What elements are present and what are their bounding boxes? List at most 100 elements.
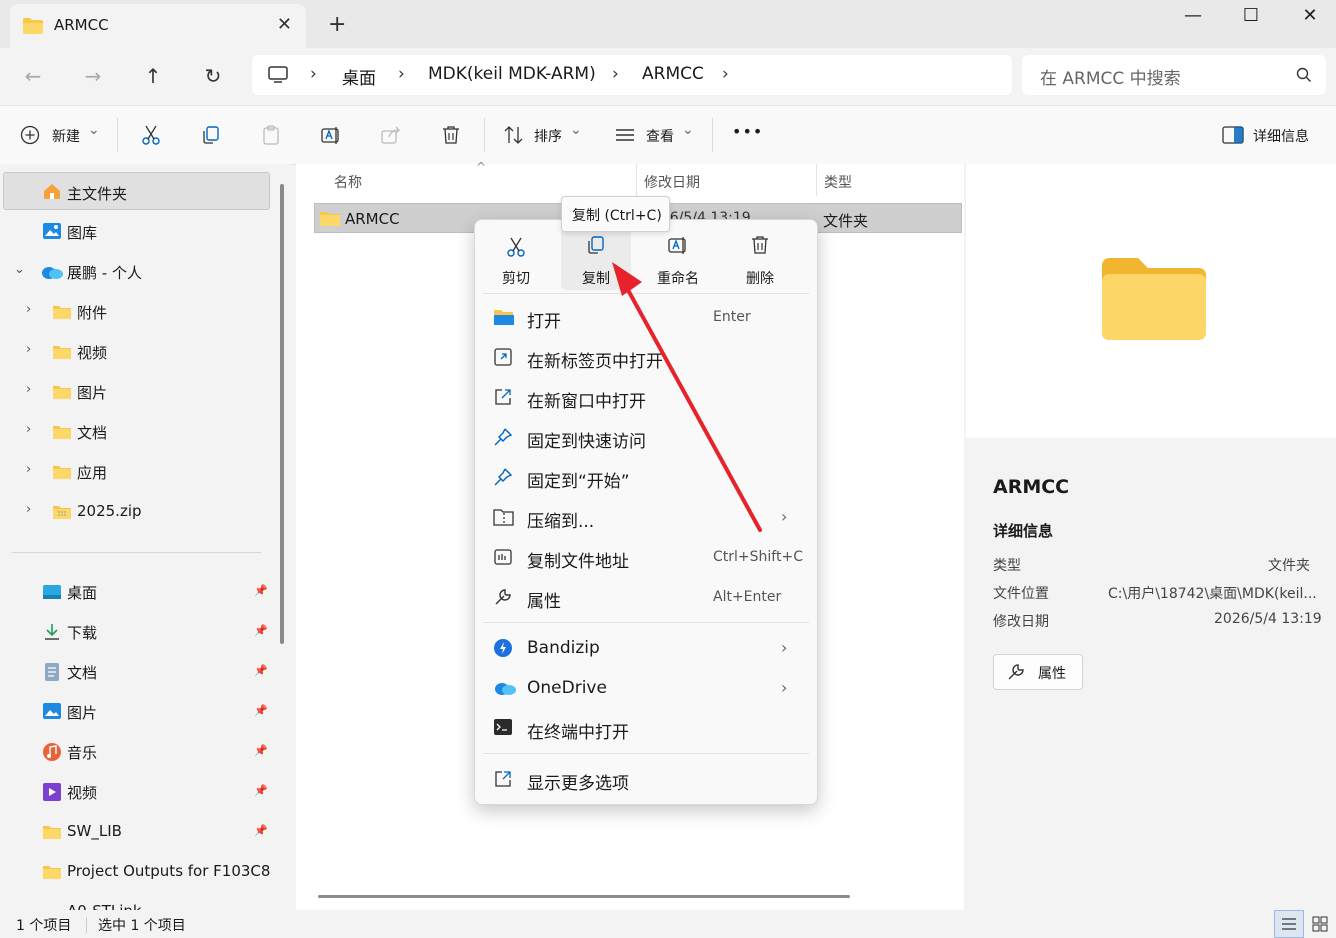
- sidebar-divider: [12, 552, 261, 553]
- search-box[interactable]: 在 ARMCC 中搜索: [1022, 55, 1326, 95]
- menu-item-onedrive[interactable]: OneDrive ›: [475, 669, 817, 709]
- toolbar-divider: [484, 118, 485, 152]
- pin-icon[interactable]: 📌: [254, 744, 268, 757]
- this-pc-icon[interactable]: [268, 66, 288, 88]
- sort-icon[interactable]: [503, 125, 525, 149]
- pin-icon[interactable]: 📌: [254, 584, 268, 597]
- copy-icon[interactable]: [200, 124, 222, 150]
- sidebar-item-home[interactable]: 主文件夹: [3, 172, 270, 210]
- breadcrumb-desktop[interactable]: 桌面: [342, 64, 376, 89]
- breadcrumb-armcc[interactable]: ARMCC: [642, 64, 704, 84]
- tiles-view-icon[interactable]: [1312, 916, 1328, 936]
- sidebar-item-folder[interactable]: › 视频: [0, 332, 270, 370]
- chevron-right-icon[interactable]: ›: [26, 462, 31, 477]
- search-placeholder[interactable]: 在 ARMCC 中搜索: [1040, 64, 1181, 89]
- rename-icon[interactable]: [320, 124, 342, 150]
- more-options-button[interactable]: •••: [732, 122, 763, 141]
- sidebar-item-project-outputs[interactable]: Project Outputs for F103C8T: [0, 852, 270, 890]
- breadcrumb-separator[interactable]: ›: [310, 64, 317, 84]
- paste-icon[interactable]: [260, 124, 282, 150]
- sidebar-item-music[interactable]: 音乐 📌: [0, 732, 270, 770]
- chevron-right-icon[interactable]: ›: [26, 302, 31, 317]
- pin-icon[interactable]: 📌: [254, 824, 268, 837]
- tab-title: ARMCC: [54, 16, 109, 34]
- share-icon[interactable]: [380, 124, 402, 150]
- context-cut-button[interactable]: 剪切: [481, 230, 551, 290]
- sidebar-item-folder[interactable]: › 应用: [0, 452, 270, 490]
- horizontal-scrollbar[interactable]: [318, 895, 850, 898]
- sidebar-label: 图片: [67, 704, 98, 722]
- details-button[interactable]: 详细信息: [1253, 126, 1309, 146]
- pin-icon[interactable]: 📌: [254, 704, 268, 717]
- menu-item-show-more-options[interactable]: 显示更多选项: [475, 760, 817, 800]
- sidebar-item-folder[interactable]: › 附件: [0, 292, 270, 330]
- chevron-down-icon[interactable]: ⌄: [682, 122, 694, 138]
- column-header-type[interactable]: 类型: [824, 172, 852, 192]
- new-button[interactable]: 新建: [52, 126, 80, 146]
- new-icon[interactable]: [20, 125, 40, 149]
- chevron-right-icon[interactable]: ›: [26, 342, 31, 357]
- toolbar-divider: [712, 118, 713, 152]
- copy-path-icon: [493, 547, 513, 571]
- pin-icon[interactable]: 📌: [254, 624, 268, 637]
- view-button[interactable]: 查看: [646, 126, 674, 146]
- sidebar-item-folder[interactable]: › 图片: [0, 372, 270, 410]
- maximize-button[interactable]: ☐: [1228, 2, 1274, 34]
- chevron-down-icon[interactable]: ⌄: [14, 262, 25, 277]
- refresh-button[interactable]: ↻: [198, 62, 228, 90]
- details-key: 类型: [993, 558, 1021, 574]
- details-view-toggle[interactable]: [1274, 910, 1304, 938]
- column-header-name[interactable]: 名称: [334, 172, 362, 192]
- breadcrumb-mdk[interactable]: MDK(keil MDK-ARM): [428, 64, 596, 84]
- sidebar-item-onedrive[interactable]: ⌄ 展鹏 - 个人: [0, 252, 270, 290]
- column-divider[interactable]: [816, 164, 817, 196]
- sidebar-item-gallery[interactable]: 图库: [0, 212, 270, 250]
- menu-item-properties[interactable]: 属性 Alt+Enter: [475, 578, 817, 618]
- menu-separator: [483, 622, 809, 623]
- sidebar-item-folder[interactable]: › 文档: [0, 412, 270, 450]
- minimize-button[interactable]: —: [1170, 2, 1216, 34]
- chevron-down-icon[interactable]: ⌄: [570, 122, 582, 138]
- search-icon[interactable]: [1296, 67, 1312, 87]
- menu-item-copy-path[interactable]: 复制文件地址 Ctrl+Shift+C: [475, 538, 817, 578]
- pin-icon[interactable]: 📌: [254, 664, 268, 677]
- sidebar-item-stlink[interactable]: A0-STLink: [0, 892, 270, 910]
- up-button[interactable]: ↑: [138, 62, 168, 90]
- view-icon[interactable]: [614, 127, 636, 147]
- back-button[interactable]: ←: [18, 62, 48, 90]
- menu-item-open-terminal[interactable]: 在终端中打开: [475, 709, 817, 749]
- chevron-down-icon[interactable]: ⌄: [88, 122, 100, 138]
- forward-button[interactable]: →: [78, 62, 108, 90]
- delete-icon[interactable]: [440, 124, 462, 150]
- breadcrumb-separator[interactable]: ›: [722, 64, 729, 84]
- chevron-right-icon[interactable]: ›: [26, 502, 31, 517]
- pin-icon[interactable]: 📌: [254, 784, 268, 797]
- new-tab-button[interactable]: +: [328, 12, 346, 37]
- breadcrumb-separator[interactable]: ›: [612, 64, 619, 84]
- sidebar-item-pictures[interactable]: 图片 📌: [0, 692, 270, 730]
- details-pane-icon[interactable]: [1222, 126, 1244, 148]
- sidebar-item-zip[interactable]: › 2025.zip: [0, 492, 270, 530]
- properties-button[interactable]: 属性: [993, 654, 1083, 690]
- sidebar-item-documents[interactable]: 文档 📌: [0, 652, 270, 690]
- chevron-right-icon[interactable]: ›: [26, 422, 31, 437]
- close-button[interactable]: ✕: [1287, 2, 1333, 34]
- address-bar[interactable]: › 桌面 › MDK(keil MDK-ARM) › ARMCC ›: [252, 55, 1012, 95]
- sidebar-scrollbar[interactable]: [280, 184, 284, 644]
- sidebar-label: 视频: [77, 344, 108, 362]
- column-divider[interactable]: [636, 164, 637, 196]
- column-header-modified[interactable]: 修改日期: [644, 172, 700, 192]
- chevron-right-icon[interactable]: ›: [26, 382, 31, 397]
- breadcrumb-separator[interactable]: ›: [398, 64, 405, 84]
- cut-icon[interactable]: [140, 124, 162, 150]
- menu-item-label: 在终端中打开: [527, 723, 629, 743]
- sidebar-item-videos[interactable]: 视频 📌: [0, 772, 270, 810]
- menu-item-label: 属性: [527, 592, 561, 612]
- sort-button[interactable]: 排序: [534, 126, 562, 146]
- menu-item-bandizip[interactable]: Bandizip ›: [475, 629, 817, 669]
- sidebar-item-desktop[interactable]: 桌面 📌: [0, 572, 270, 610]
- sidebar-item-sw-lib[interactable]: SW_LIB 📌: [0, 812, 270, 850]
- tab-close-icon[interactable]: ✕: [277, 14, 292, 35]
- sidebar-item-downloads[interactable]: 下载 📌: [0, 612, 270, 650]
- tab-armcc[interactable]: ARMCC ✕: [10, 4, 306, 48]
